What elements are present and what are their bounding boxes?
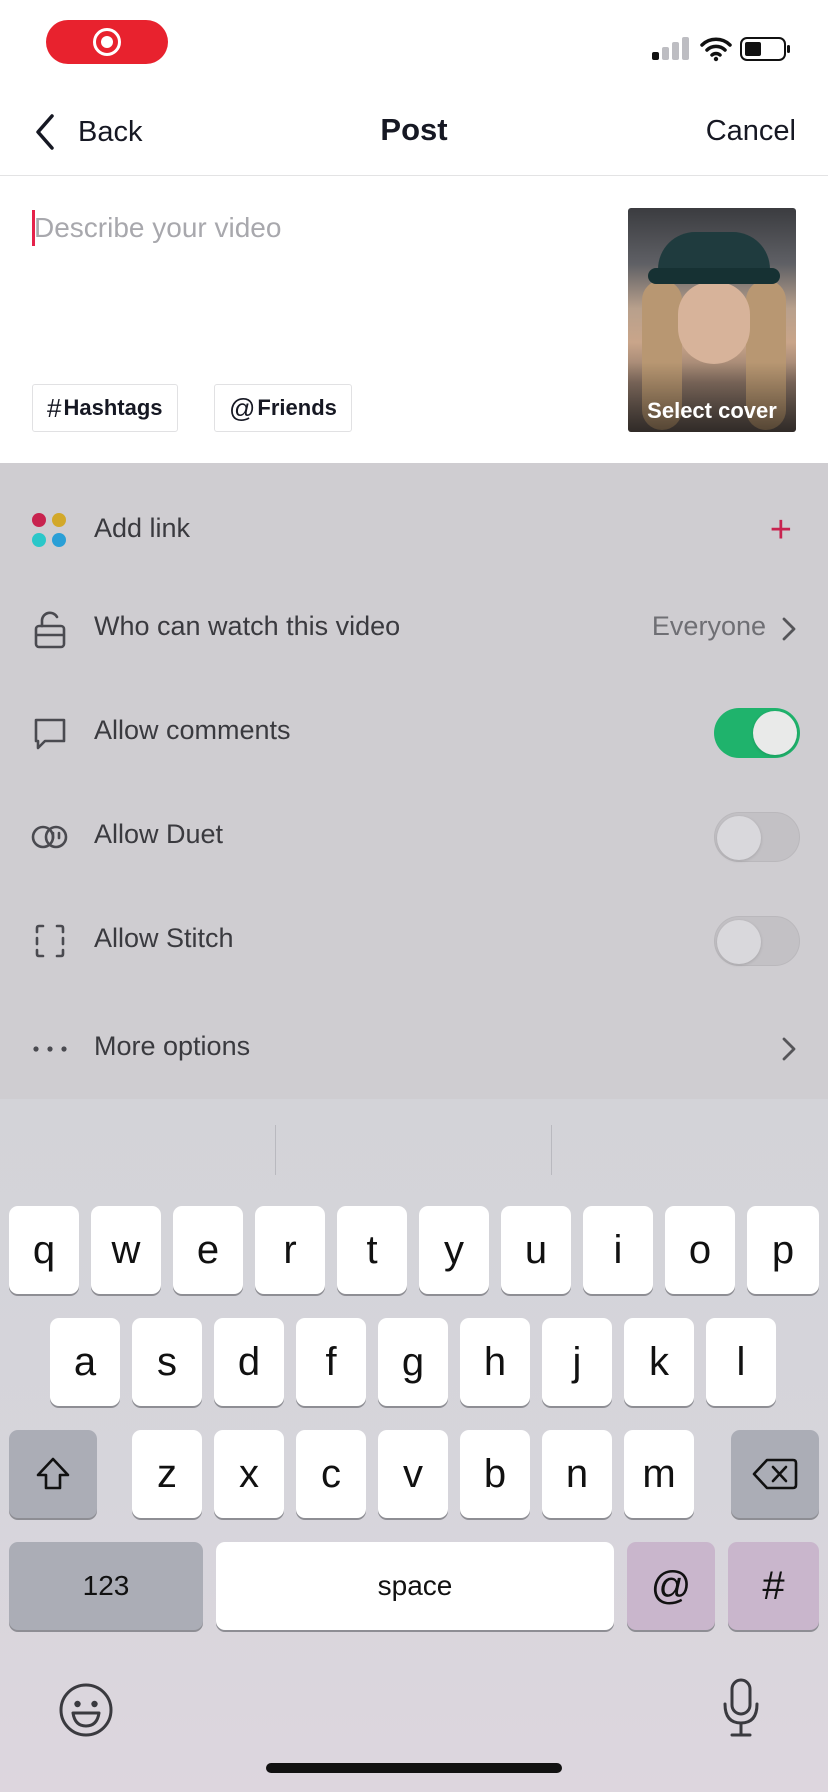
who-can-watch-row[interactable]: Who can watch this video Everyone (0, 581, 828, 677)
key-b[interactable]: b (460, 1430, 530, 1518)
battery-icon (740, 37, 790, 61)
delete-key[interactable] (731, 1430, 819, 1518)
screen-recording-indicator[interactable] (46, 20, 168, 64)
more-options-row[interactable]: More options (0, 1001, 828, 1097)
backspace-icon (752, 1458, 798, 1490)
back-button[interactable]: Back (30, 110, 142, 154)
key-a[interactable]: a (50, 1318, 120, 1406)
allow-stitch-row: Allow Stitch (0, 893, 828, 989)
key-y[interactable]: y (419, 1206, 489, 1294)
key-d[interactable]: d (214, 1318, 284, 1406)
allow-comments-label: Allow comments (94, 715, 291, 745)
hashtags-button[interactable]: # Hashtags (32, 384, 178, 432)
comment-icon (34, 718, 66, 750)
key-n[interactable]: n (542, 1430, 612, 1518)
status-bar (0, 0, 828, 88)
suggestion-divider (551, 1125, 552, 1175)
key-z[interactable]: z (132, 1430, 202, 1518)
wifi-icon (700, 37, 732, 62)
hashtag-icon: # (47, 392, 62, 423)
key-g[interactable]: g (378, 1318, 448, 1406)
select-cover-label: Select cover (647, 398, 777, 423)
at-key[interactable]: @ (627, 1542, 715, 1630)
home-indicator[interactable] (266, 1763, 562, 1773)
more-dots-icon (33, 1046, 67, 1052)
key-c[interactable]: c (296, 1430, 366, 1518)
key-k[interactable]: k (624, 1318, 694, 1406)
key-w[interactable]: w (91, 1206, 161, 1294)
more-options-label: More options (94, 1031, 251, 1061)
friends-label: Friends (257, 395, 337, 420)
cover-image (678, 282, 750, 364)
add-link-label: Add link (94, 513, 191, 543)
key-q[interactable]: q (9, 1206, 79, 1294)
mention-icon: @ (229, 392, 256, 423)
allow-stitch-toggle[interactable] (714, 916, 800, 966)
emoji-icon[interactable] (58, 1682, 114, 1738)
suggestion-divider (275, 1125, 276, 1175)
duet-icon (31, 825, 68, 849)
key-u[interactable]: u (501, 1206, 571, 1294)
add-link-icon (32, 513, 66, 547)
key-i[interactable]: i (583, 1206, 653, 1294)
allow-comments-row: Allow comments (0, 685, 828, 781)
back-label: Back (78, 115, 143, 148)
key-h[interactable]: h (460, 1318, 530, 1406)
key-v[interactable]: v (378, 1430, 448, 1518)
keyboard: q w e r t y u i o p a s d f g h j k l z … (0, 1099, 828, 1792)
nav-bar: Back Post Cancel (0, 88, 828, 176)
plus-icon[interactable]: + (770, 511, 792, 549)
hashtags-label: Hashtags (63, 395, 163, 420)
allow-duet-label: Allow Duet (94, 819, 224, 849)
cancel-button[interactable]: Cancel (706, 115, 796, 148)
select-cover-thumbnail[interactable]: Select cover (628, 208, 796, 432)
allow-comments-toggle[interactable] (714, 708, 800, 758)
key-o[interactable]: o (665, 1206, 735, 1294)
chevron-right-icon (782, 1037, 796, 1061)
key-e[interactable]: e (173, 1206, 243, 1294)
allow-duet-row: Allow Duet (0, 789, 828, 885)
key-r[interactable]: r (255, 1206, 325, 1294)
cellular-signal-icon (652, 36, 690, 60)
key-l[interactable]: l (706, 1318, 776, 1406)
key-j[interactable]: j (542, 1318, 612, 1406)
space-key[interactable]: space (216, 1542, 614, 1630)
shift-key[interactable] (9, 1430, 97, 1518)
description-input[interactable] (34, 205, 594, 251)
chevron-left-icon (36, 114, 54, 150)
allow-stitch-label: Allow Stitch (94, 923, 234, 953)
add-link-row[interactable]: Add link + (0, 483, 828, 579)
key-t[interactable]: t (337, 1206, 407, 1294)
microphone-icon[interactable] (720, 1677, 762, 1739)
chevron-right-icon (782, 617, 796, 641)
privacy-value: Everyone (651, 611, 766, 641)
description-section: # Hashtags @ Friends Select cover (0, 177, 828, 463)
allow-duet-toggle[interactable] (714, 812, 800, 862)
friends-button[interactable]: @ Friends (214, 384, 352, 432)
key-p[interactable]: p (747, 1206, 819, 1294)
post-settings-list: Add link + Who can watch this video Ever… (0, 463, 828, 1099)
shift-icon (36, 1457, 70, 1490)
key-s[interactable]: s (132, 1318, 202, 1406)
key-x[interactable]: x (214, 1430, 284, 1518)
who-can-watch-label: Who can watch this video (94, 611, 401, 641)
key-f[interactable]: f (296, 1318, 366, 1406)
stitch-icon (35, 924, 65, 958)
hash-key[interactable]: # (728, 1542, 819, 1630)
key-m[interactable]: m (624, 1430, 694, 1518)
numbers-key[interactable]: 123 (9, 1542, 203, 1630)
unlock-icon (34, 611, 66, 649)
